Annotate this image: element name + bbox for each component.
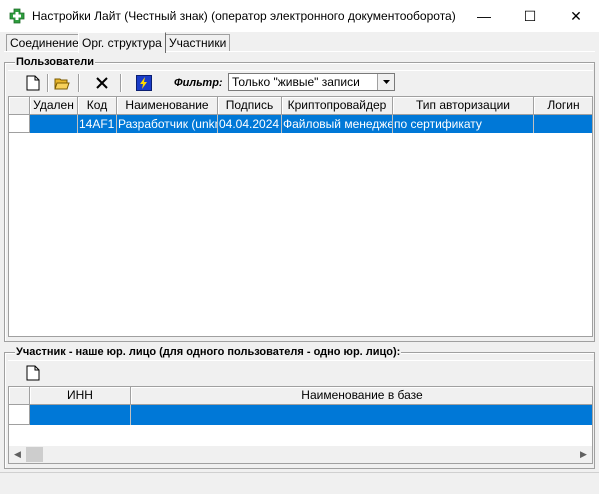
maximize-icon: ☐: [523, 7, 537, 24]
filter-label: Фильтр:: [174, 77, 223, 89]
row-indicator[interactable]: [9, 115, 30, 133]
filter-select[interactable]: Только "живые" записи: [228, 73, 395, 91]
toolbar-separator: [78, 74, 80, 92]
new-document-icon: [26, 365, 40, 381]
cell-name[interactable]: Разработчик (unknown): [117, 115, 218, 133]
grid-corner: [9, 387, 30, 405]
table-row[interactable]: [30, 405, 592, 425]
tab-connection[interactable]: Соединение: [6, 34, 83, 52]
users-grid[interactable]: Удален Код Наименование Подпись Криптопр…: [8, 96, 593, 337]
open-folder-icon: [54, 78, 70, 90]
delete-icon: [96, 77, 108, 89]
cell-inn[interactable]: [30, 405, 131, 425]
tab-participants[interactable]: Участники: [165, 34, 231, 52]
open-button[interactable]: [51, 73, 73, 93]
row-indicator[interactable]: [9, 405, 30, 425]
tab-label: Соединение: [10, 36, 79, 50]
status-bar: [0, 472, 599, 494]
tab-org-structure[interactable]: Орг. структура: [78, 32, 166, 53]
cell-signature[interactable]: 04.04.2024: [218, 115, 282, 133]
column-header[interactable]: ИНН: [30, 387, 131, 405]
new-participant-button[interactable]: [22, 363, 44, 383]
tab-label: Участники: [169, 36, 227, 50]
chevron-down-icon[interactable]: [377, 74, 394, 90]
cell-auth-type[interactable]: по сертификату: [393, 115, 534, 133]
participant-grid[interactable]: ИНН Наименование в базе ◀ ▶: [8, 386, 593, 464]
app-cross-icon: [9, 8, 25, 24]
users-toolbar: Фильтр: Только "живые" записи: [8, 70, 593, 97]
table-row[interactable]: 14AF1 Разработчик (unknown) 04.04.2024 Ф…: [30, 115, 592, 133]
grid-corner: [9, 97, 30, 115]
participant-group-label: Участник - наше юр. лицо (для одного пол…: [15, 346, 402, 358]
toolbar-separator: [120, 74, 122, 92]
column-header[interactable]: Подпись: [218, 97, 282, 115]
column-header[interactable]: Наименование: [117, 97, 218, 115]
new-document-icon: [26, 75, 40, 91]
lightning-icon: [136, 75, 152, 91]
cell-crypto-provider[interactable]: Файловый менеджер: [282, 115, 393, 133]
column-header[interactable]: Тип авторизации: [393, 97, 534, 115]
minimize-icon: —: [477, 8, 491, 24]
sign-button[interactable]: [133, 73, 155, 93]
close-icon: ✕: [570, 7, 582, 24]
filter-select-value: Только "живые" записи: [232, 75, 360, 89]
close-button[interactable]: ✕: [553, 0, 599, 32]
scroll-thumb[interactable]: [26, 447, 43, 462]
cell-deleted[interactable]: [30, 115, 78, 133]
cell-login[interactable]: [534, 115, 592, 133]
column-header[interactable]: Логин: [534, 97, 592, 115]
column-header[interactable]: Наименование в базе: [131, 387, 592, 405]
delete-button[interactable]: [91, 73, 113, 93]
tab-label: Орг. структура: [82, 36, 162, 50]
users-group-label: Пользователи: [15, 56, 96, 68]
maximize-button[interactable]: ☐: [507, 0, 553, 32]
column-header[interactable]: Криптопровайдер: [282, 97, 393, 115]
cell-name-in-base[interactable]: [131, 405, 592, 425]
scroll-left-icon[interactable]: ◀: [9, 446, 26, 463]
toolbar-separator: [47, 74, 49, 92]
scroll-right-icon[interactable]: ▶: [575, 446, 592, 463]
column-header[interactable]: Удален: [30, 97, 78, 115]
participant-toolbar: [8, 360, 593, 387]
minimize-button[interactable]: —: [461, 0, 507, 32]
horizontal-scrollbar[interactable]: ◀ ▶: [9, 446, 592, 463]
new-user-button[interactable]: [22, 73, 44, 93]
window-title: Настройки Лайт (Честный знак) (оператор …: [32, 9, 456, 23]
column-header[interactable]: Код: [78, 97, 117, 115]
title-bar: Настройки Лайт (Честный знак) (оператор …: [0, 0, 599, 32]
cell-code[interactable]: 14AF1: [78, 115, 117, 133]
